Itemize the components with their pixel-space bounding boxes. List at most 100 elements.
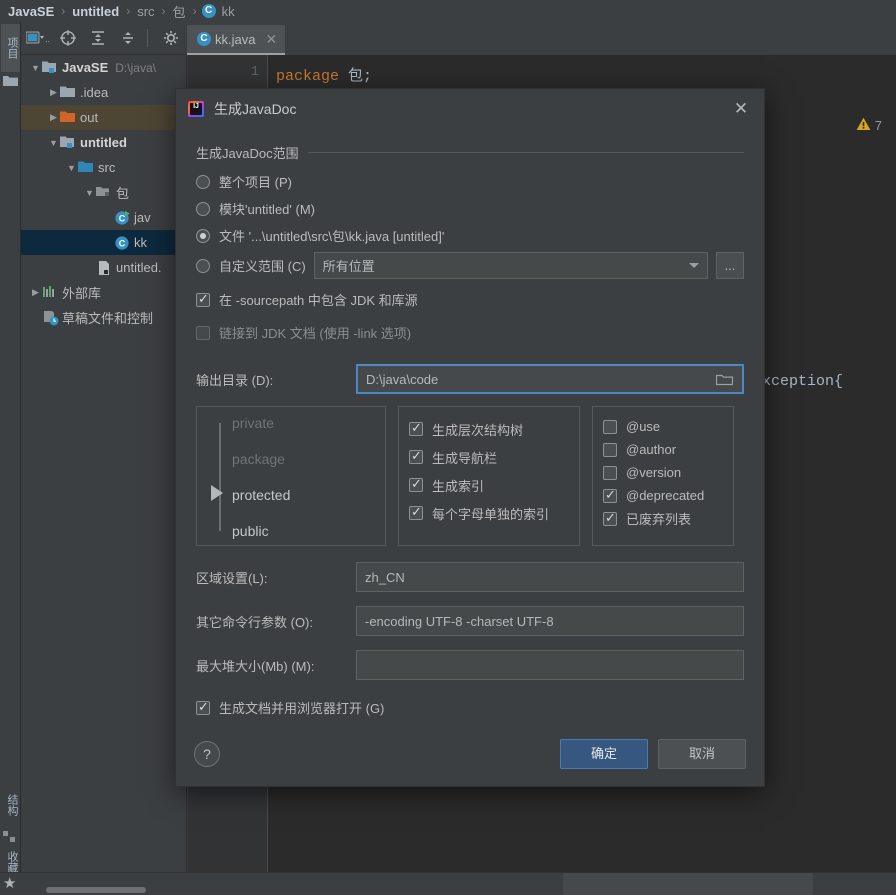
ide-window: JavaSE › untitled › src › 包 › C kk 项目 结构… bbox=[0, 0, 896, 895]
group-divider bbox=[307, 152, 744, 153]
chevron-right-icon[interactable]: ▶ bbox=[47, 112, 60, 123]
build-target-icon[interactable] bbox=[54, 26, 81, 51]
tab-kk-java[interactable]: C kk.java ✕ bbox=[187, 25, 286, 55]
chevron-down-icon[interactable]: ▼ bbox=[29, 63, 42, 73]
radio-indicator bbox=[196, 174, 210, 189]
dialog-title: 生成JavaDoc bbox=[214, 101, 297, 117]
tree-row[interactable]: ▶ .idea bbox=[21, 80, 186, 105]
checkbox-version[interactable]: @version bbox=[603, 461, 723, 484]
structure-tab[interactable]: 结构 bbox=[1, 782, 20, 828]
tree-row[interactable]: ▼ src bbox=[21, 155, 186, 180]
tree-row[interactable]: ▼ 包 bbox=[21, 180, 186, 205]
tree-row[interactable]: 草稿文件和控制 bbox=[21, 305, 186, 330]
folder-src-icon bbox=[78, 160, 94, 176]
svg-text:C: C bbox=[119, 213, 126, 223]
chevron-right-icon[interactable]: ▶ bbox=[29, 287, 42, 298]
favorites-star-icon[interactable]: ★ bbox=[3, 874, 16, 892]
radio-indicator bbox=[196, 201, 210, 216]
project-folder-icon bbox=[3, 74, 18, 89]
chevron-down-icon[interactable]: ▼ bbox=[47, 138, 60, 148]
checkbox-indicator bbox=[409, 504, 423, 520]
visibility-option-protected[interactable]: protected bbox=[232, 487, 290, 503]
radio-indicator-custom-scope[interactable] bbox=[196, 258, 210, 273]
settings-gear-icon[interactable] bbox=[157, 26, 184, 51]
checkbox-hierarchy-tree[interactable]: 生成层次结构树 bbox=[409, 415, 569, 443]
radio-module[interactable]: 模块'untitled' (M) bbox=[196, 195, 744, 222]
output-directory-row: 输出目录 (D): D:\java\code bbox=[196, 364, 744, 394]
checkbox-indicator bbox=[196, 699, 210, 715]
status-right-region bbox=[563, 873, 813, 895]
tree-row[interactable]: ▶ 外部库 bbox=[21, 280, 186, 305]
other-args-input[interactable]: -encoding UTF-8 -charset UTF-8 bbox=[356, 606, 744, 636]
checkbox-link-jdk-docs[interactable]: 链接到 JDK 文档 (使用 -link 选项) bbox=[196, 319, 744, 346]
checkbox-deprecated[interactable]: @deprecated bbox=[603, 484, 723, 507]
horizontal-scrollbar[interactable] bbox=[46, 887, 146, 893]
checkbox-label: 在 -sourcepath 中包含 JDK 和库源 bbox=[219, 293, 418, 308]
checkbox-label: @version bbox=[626, 465, 682, 480]
locale-input[interactable]: zh_CN bbox=[356, 562, 744, 592]
radio-whole-project[interactable]: 整个项目 (P) bbox=[196, 168, 744, 195]
tree-row[interactable]: ▶ out bbox=[21, 105, 186, 130]
breadcrumb-item-src[interactable]: src bbox=[135, 4, 156, 19]
run-configuration-selector[interactable]: .. bbox=[24, 26, 51, 51]
tree-row[interactable]: Ckk bbox=[21, 230, 186, 255]
inspection-status[interactable]: 7 bbox=[856, 117, 882, 134]
visibility-option-public[interactable]: public bbox=[232, 523, 269, 539]
tree-item-label: untitled bbox=[80, 135, 127, 150]
checkbox-index[interactable]: 生成索引 bbox=[409, 471, 569, 499]
chevron-down-icon[interactable]: ▼ bbox=[83, 188, 96, 198]
output-directory-input[interactable]: D:\java\code bbox=[356, 364, 744, 394]
tree-row[interactable]: untitled. bbox=[21, 255, 186, 280]
tree-row[interactable]: ▼ JavaSE D:\java\ bbox=[21, 55, 186, 80]
checkbox-separate-index[interactable]: 每个字母单独的索引 bbox=[409, 499, 569, 527]
visibility-slider-panel[interactable]: private package protected public bbox=[196, 406, 386, 546]
tab-label: kk.java bbox=[215, 31, 256, 47]
dialog-body: 生成JavaDoc范围 整个项目 (P) 模块'untitled' (M) 文件… bbox=[176, 143, 764, 721]
max-heap-input[interactable] bbox=[356, 650, 744, 680]
breadcrumb-item-module[interactable]: untitled bbox=[70, 4, 121, 19]
ok-button[interactable]: 确定 bbox=[560, 739, 648, 769]
tree-item-label: kk bbox=[134, 235, 147, 250]
warning-triangle-icon bbox=[856, 117, 871, 134]
checkbox-deprecated-list[interactable]: 已废弃列表 bbox=[603, 507, 723, 530]
checkbox-use[interactable]: @use bbox=[603, 415, 723, 438]
chevron-down-icon[interactable]: ▼ bbox=[65, 163, 78, 173]
close-icon[interactable]: ✕ bbox=[265, 31, 277, 48]
close-icon[interactable]: ✕ bbox=[732, 100, 750, 118]
checkbox-author[interactable]: @author bbox=[603, 438, 723, 461]
status-bar: ★ bbox=[0, 872, 896, 895]
visibility-knob[interactable] bbox=[211, 485, 223, 501]
checkbox-navbar[interactable]: 生成导航栏 bbox=[409, 443, 569, 471]
custom-scope-dropdown[interactable]: 所有位置 bbox=[313, 252, 708, 279]
radio-file[interactable]: 文件 '...\untitled\src\包\kk.java [untitled… bbox=[196, 222, 744, 249]
visibility-option-package[interactable]: package bbox=[232, 451, 285, 467]
checkbox-open-in-browser[interactable]: 生成文档并用浏览器打开 (G) bbox=[196, 694, 744, 721]
max-heap-label: 最大堆大小(Mb) (M): bbox=[196, 658, 315, 674]
tree-row[interactable]: ▼ untitled bbox=[21, 130, 186, 155]
locale-label: 区域设置(L): bbox=[196, 570, 268, 586]
chevron-right-icon[interactable]: ▶ bbox=[47, 87, 60, 98]
module-folder-icon bbox=[60, 135, 76, 151]
scope-browse-button[interactable]: ... bbox=[716, 252, 744, 279]
project-tab[interactable]: 项目 bbox=[1, 24, 20, 72]
tree-item-label: .idea bbox=[80, 85, 109, 100]
breadcrumb-item-project[interactable]: JavaSE bbox=[6, 4, 56, 19]
structure-icon bbox=[3, 830, 18, 845]
tag-options-panel: @use @author @version @deprecated bbox=[592, 406, 734, 546]
module-folder-icon bbox=[42, 60, 58, 76]
class-icon: C bbox=[114, 235, 130, 251]
svg-text:..: .. bbox=[45, 34, 50, 44]
tree-item-path: D:\java\ bbox=[115, 60, 156, 75]
checkbox-label: @author bbox=[626, 442, 677, 457]
visibility-option-private[interactable]: private bbox=[232, 415, 274, 431]
collapse-all-icon[interactable] bbox=[114, 26, 141, 51]
cancel-button[interactable]: 取消 bbox=[658, 739, 746, 769]
breadcrumb-item-class[interactable]: kk bbox=[220, 4, 237, 19]
radio-label: 整个项目 (P) bbox=[219, 175, 292, 190]
folder-browse-icon[interactable] bbox=[715, 373, 734, 390]
tree-row[interactable]: Cjav bbox=[21, 205, 186, 230]
checkbox-include-sourcepath[interactable]: 在 -sourcepath 中包含 JDK 和库源 bbox=[196, 286, 744, 313]
help-button[interactable]: ? bbox=[194, 741, 220, 767]
breadcrumb-item-package[interactable]: 包 bbox=[171, 2, 188, 21]
expand-all-icon[interactable] bbox=[84, 26, 111, 51]
